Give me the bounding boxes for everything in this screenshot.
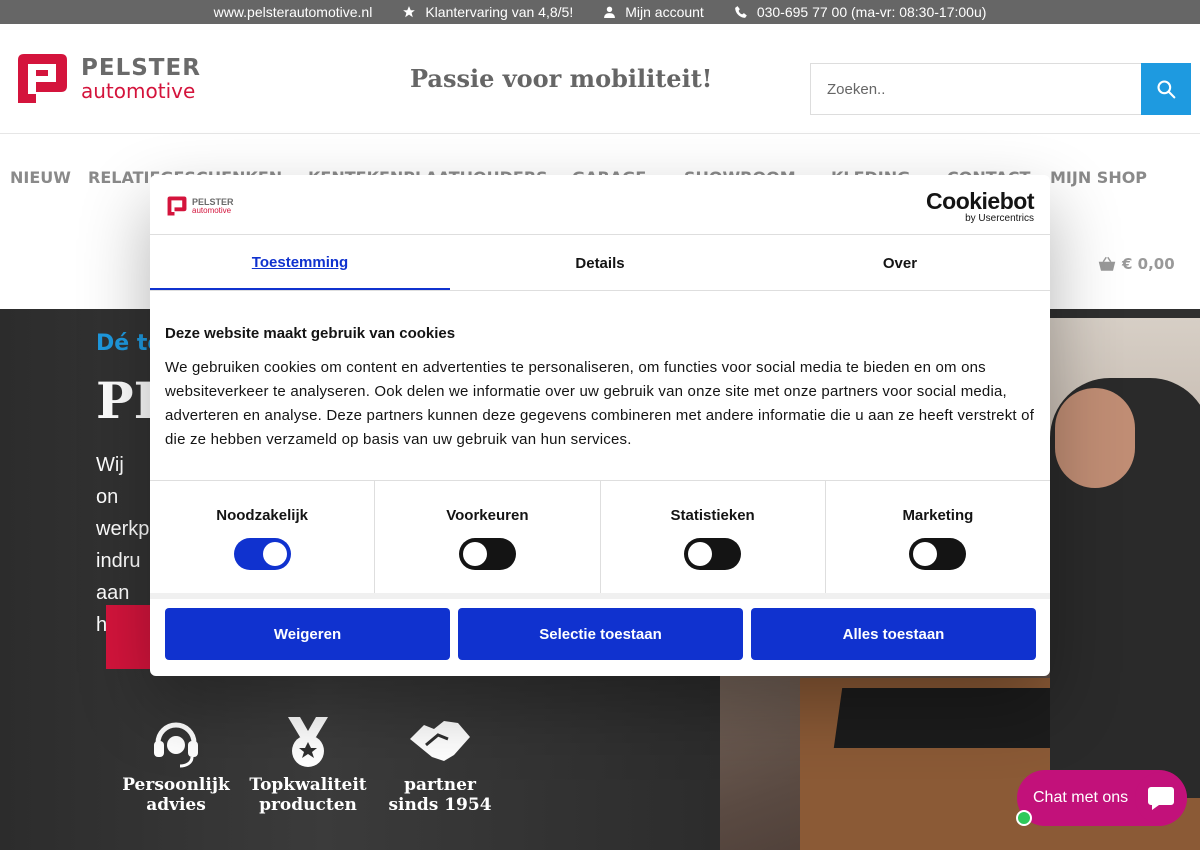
feature-list: Persoonlijk advies Topkwaliteit producte…: [110, 715, 506, 815]
toggle-statistieken[interactable]: [684, 538, 742, 570]
logo-wordmark: PELSTER automotive: [81, 56, 201, 102]
cookiebot-brand-name: Cookiebot: [926, 188, 1034, 214]
category-label: Noodzakelijk: [216, 507, 308, 524]
category-marketing: Marketing: [826, 481, 1050, 593]
nav-item-mijn-shop[interactable]: MIJN SHOP: [1050, 168, 1147, 187]
basket-icon: [1098, 256, 1116, 271]
search-button[interactable]: [1141, 63, 1191, 115]
account-link[interactable]: Mijn account: [603, 4, 704, 20]
site-logo[interactable]: PELSTER automotive: [14, 50, 201, 107]
category-noodzakelijk: Noodzakelijk: [150, 481, 376, 593]
chat-widget[interactable]: Chat met ons: [1016, 770, 1187, 826]
phone-link[interactable]: 030-695 77 00 (ma-vr: 08:30-17:00u): [734, 4, 987, 20]
medal-icon: [288, 717, 328, 767]
feature-partner-line2: sinds 1954: [388, 795, 492, 815]
online-status-dot: [1016, 810, 1032, 826]
feature-advice-line2: advies: [146, 795, 206, 815]
site-header: PELSTER automotive Passie voor mobilitei…: [0, 24, 1200, 134]
phone-icon: [734, 6, 747, 18]
toggle-voorkeuren[interactable]: [458, 538, 516, 570]
handshake-icon: [410, 721, 470, 761]
category-label: Voorkeuren: [446, 507, 529, 524]
top-bar: www.pelsterautomotive.nl Klantervaring v…: [0, 0, 1200, 24]
pelster-logo-mark-small: [167, 196, 187, 216]
rating-text: Klantervaring van 4,8/5!: [425, 4, 574, 20]
allow-selection-button[interactable]: Selectie toestaan: [458, 608, 743, 660]
star-icon: [403, 6, 416, 18]
rating-link[interactable]: Klantervaring van 4,8/5!: [402, 4, 573, 20]
cookie-dialog-logo: PELSTER automotive: [166, 195, 234, 217]
cookie-dialog-body: Deze website maakt gebruik van cookies W…: [165, 325, 1035, 452]
category-voorkeuren: Voorkeuren: [375, 481, 601, 593]
tab-toestemming[interactable]: Toestemming: [150, 236, 450, 290]
user-icon: [604, 6, 616, 18]
tagline: Passie voor mobiliteit!: [410, 64, 713, 93]
allow-all-button[interactable]: Alles toestaan: [751, 608, 1036, 660]
cookie-dialog-heading: Deze website maakt gebruik van cookies: [165, 325, 456, 342]
website-text: www.pelsterautomotive.nl: [213, 4, 373, 20]
chat-label: Chat met ons: [1033, 789, 1129, 806]
deny-button[interactable]: Weigeren: [165, 608, 450, 660]
feature-partner: partner sinds 1954: [374, 715, 506, 815]
feature-quality: Topkwaliteit producten: [242, 715, 374, 815]
category-label: Statistieken: [670, 507, 755, 524]
divider: [150, 593, 1050, 599]
cart-total: € 0,00: [1122, 255, 1175, 273]
cookiebot-brand-sub: by Usercentrics: [965, 213, 1034, 224]
tab-details[interactable]: Details: [450, 236, 750, 290]
logo-line2: automotive: [81, 78, 196, 103]
photo-license-plate: [833, 688, 1083, 748]
feature-quality-line1: Topkwaliteit: [249, 775, 367, 795]
cookie-dialog-text: We gebruiken cookies om content en adver…: [165, 359, 1035, 448]
feature-advice: Persoonlijk advies: [110, 715, 242, 815]
tab-over[interactable]: Over: [750, 236, 1050, 290]
category-label: Marketing: [902, 507, 974, 524]
cookie-consent-dialog: PELSTER automotive Cookiebot by Usercent…: [150, 175, 1050, 676]
feature-advice-line1: Persoonlijk: [122, 775, 230, 795]
cookie-dialog-tabs: Toestemming Details Over: [150, 236, 1050, 291]
account-text: Mijn account: [625, 4, 704, 20]
logo-line1: PELSTER: [81, 54, 201, 81]
search-bar: [810, 63, 1191, 115]
feature-partner-line1: partner: [404, 775, 476, 795]
pelster-logo-mark: [18, 54, 67, 103]
cookiebot-brand[interactable]: Cookiebot by Usercentrics: [926, 189, 1034, 224]
phone-text: 030-695 77 00 (ma-vr: 08:30-17:00u): [756, 4, 987, 20]
toggle-marketing[interactable]: [909, 538, 967, 570]
headset-icon: [154, 722, 198, 768]
search-icon: [1157, 80, 1176, 99]
chat-bubble-button[interactable]: [1135, 772, 1187, 824]
search-input[interactable]: [810, 63, 1141, 115]
cookie-logo-line2: automotive: [192, 205, 232, 215]
toggle-noodzakelijk[interactable]: [233, 538, 291, 570]
cookie-dialog-header: PELSTER automotive Cookiebot by Usercent…: [150, 175, 1050, 235]
chat-bubble-icon: [1148, 787, 1174, 810]
cookie-dialog-buttons: Weigeren Selectie toestaan Alles toestaa…: [165, 608, 1036, 660]
cookie-categories: Noodzakelijk Voorkeuren Statistieken Mar…: [150, 481, 1050, 593]
feature-quality-line2: producten: [259, 795, 357, 815]
category-statistieken: Statistieken: [601, 481, 826, 593]
photo-person-head: [1055, 388, 1135, 488]
website-link[interactable]: www.pelsterautomotive.nl: [214, 4, 373, 20]
cart-button[interactable]: € 0,00: [1098, 255, 1175, 273]
nav-item-nieuw[interactable]: NIEUW: [10, 168, 71, 187]
